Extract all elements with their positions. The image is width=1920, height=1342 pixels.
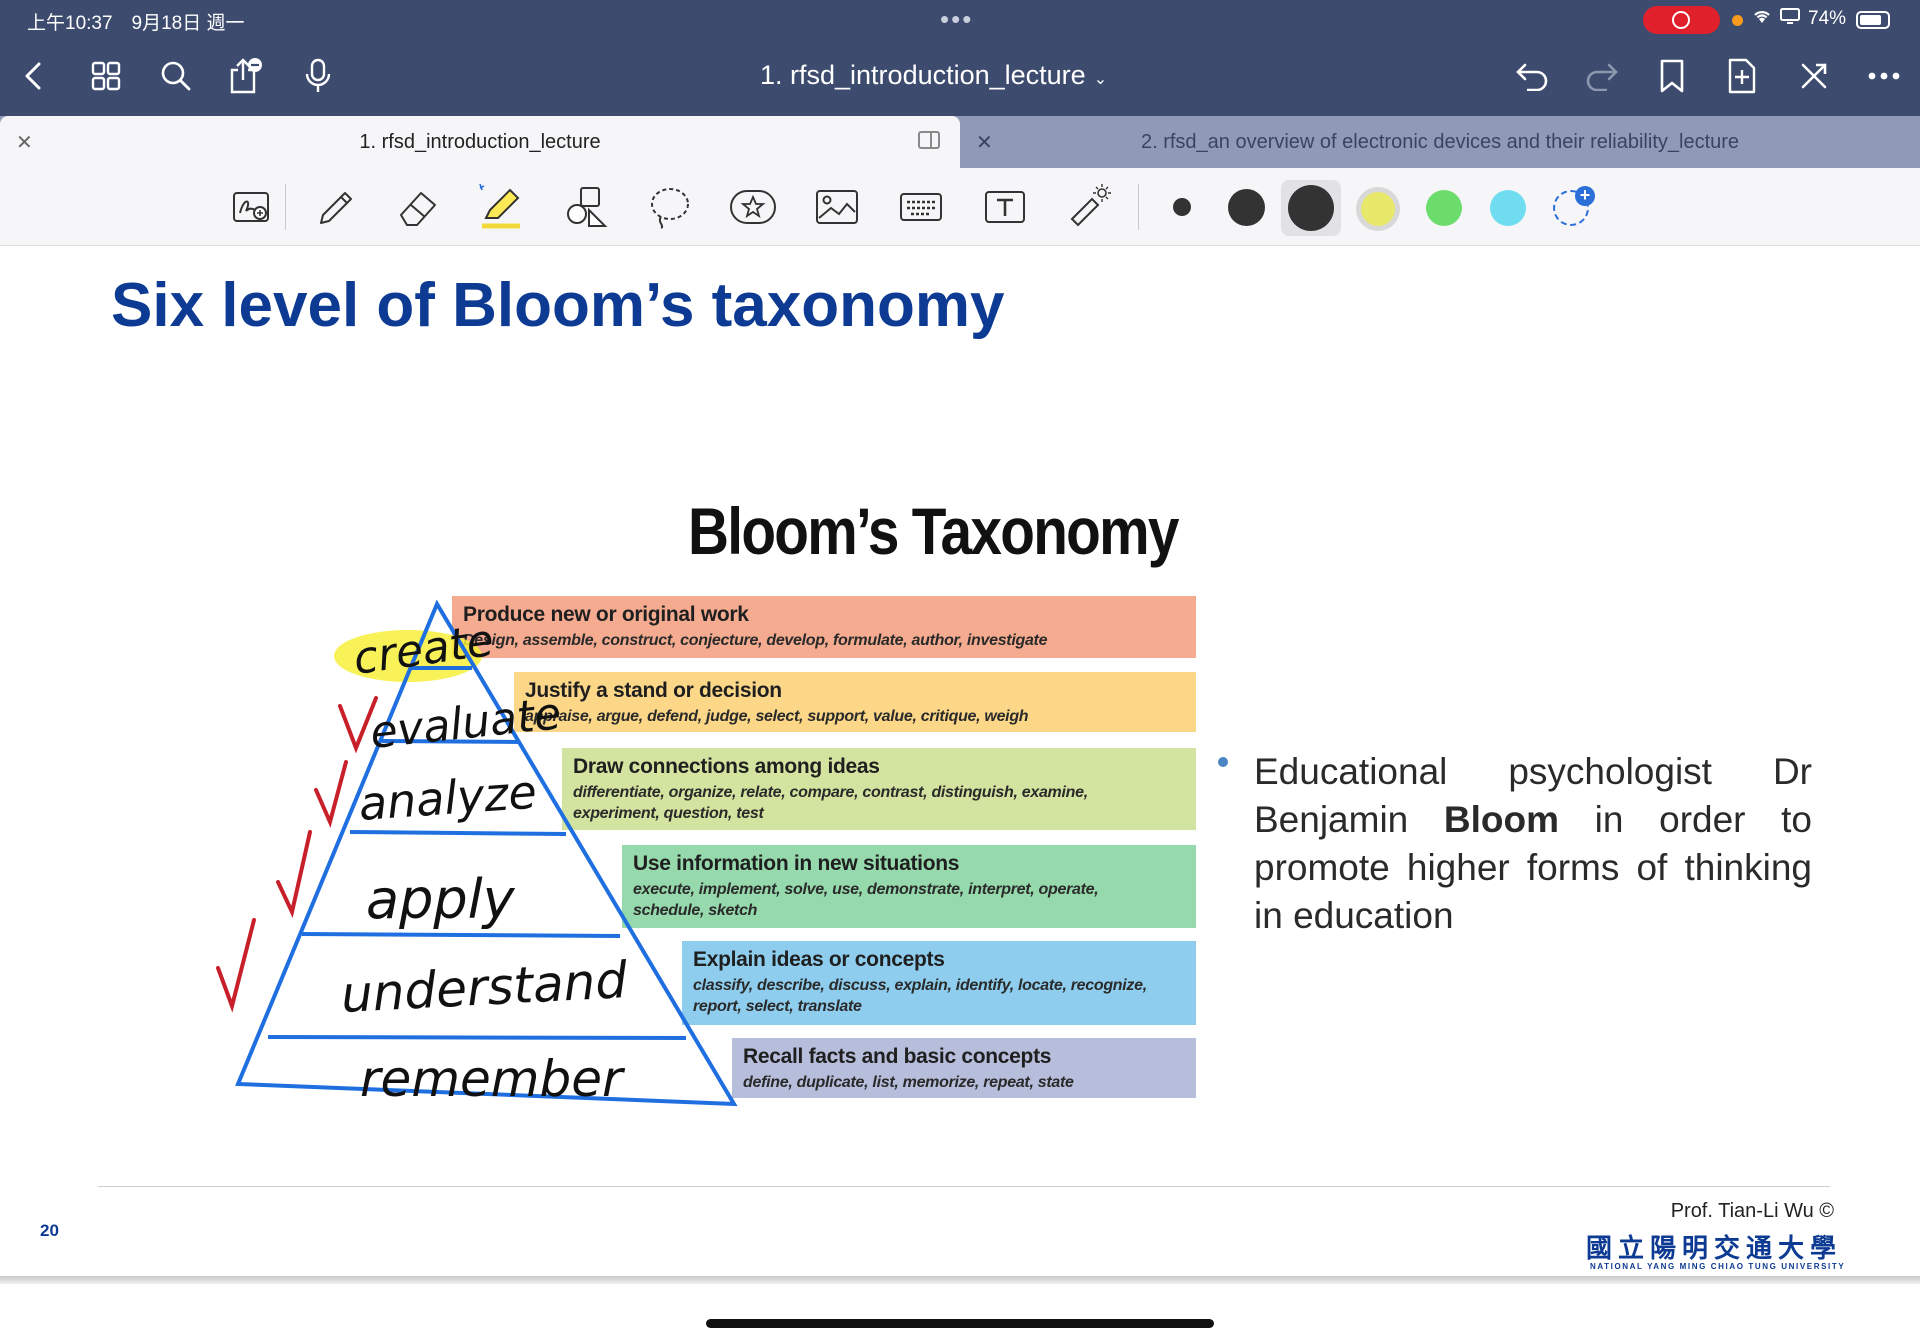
microphone-icon[interactable] [296, 54, 340, 98]
level-verbs: classify, describe, discuss, explain, id… [693, 977, 1147, 1015]
level-heading: Justify a stand or decision [525, 679, 782, 702]
mic-indicator-icon [1732, 15, 1743, 26]
toolbar-divider [285, 184, 286, 230]
level-heading: Draw connections among ideas [573, 755, 880, 778]
highlighter-icon[interactable] [476, 182, 526, 232]
pen-icon[interactable] [310, 182, 360, 232]
page-shadow [0, 1276, 1920, 1284]
document-title-menu[interactable]: 1. rfsd_introduction_lecture ⌄ [760, 60, 1107, 91]
shapes-icon[interactable] [561, 182, 611, 232]
redo-icon[interactable] [1580, 54, 1624, 98]
level-create-band: Produce new or original work Design, ass… [452, 596, 1196, 658]
bookmark-icon[interactable] [1650, 54, 1694, 98]
color-yellow[interactable] [1361, 192, 1395, 226]
app-chrome: 上午10:37 9月18日 週一 ••• 74% 1. rfsd_introdu… [0, 0, 1920, 116]
level-heading: Recall facts and basic concepts [743, 1045, 1052, 1068]
nav-bar: 1. rfsd_introduction_lecture ⌄ [0, 40, 1920, 116]
color-cyan[interactable] [1490, 190, 1526, 226]
eraser-icon[interactable] [393, 182, 443, 232]
lasso-zoom-icon[interactable] [227, 182, 277, 232]
bullet-paragraph: Educational psychologist Dr Benjamin Blo… [1216, 748, 1812, 940]
status-bar: 上午10:37 9月18日 週一 ••• 74% [0, 0, 1920, 40]
level-verbs: define, duplicate, list, memorize, repea… [743, 1074, 1074, 1091]
battery-percent: 74% [1808, 8, 1847, 29]
keyboard-icon[interactable] [896, 182, 946, 232]
screen-recording-icon [1643, 6, 1720, 34]
back-chevron-icon[interactable] [12, 54, 56, 98]
split-view-icon[interactable] [918, 131, 940, 149]
home-indicator[interactable] [706, 1319, 1214, 1328]
level-analyze-band: Draw connections among ideas differentia… [562, 748, 1196, 830]
level-heading: Produce new or original work [463, 603, 749, 626]
sticker-icon[interactable] [728, 182, 778, 232]
level-apply-band: Use information in new situations execut… [622, 845, 1196, 928]
pen-size-small[interactable] [1173, 198, 1191, 216]
level-evaluate-band: Justify a stand or decision appraise, ar… [514, 672, 1196, 732]
undo-icon[interactable] [1510, 54, 1554, 98]
author-credit: Prof. Tian-Li Wu © [1670, 1200, 1834, 1222]
figure-title: Bloom’s Taxonomy [688, 494, 1179, 568]
slide-title: Six level of Bloom’s taxonomy [111, 271, 1005, 340]
textbox-icon[interactable] [980, 182, 1030, 232]
more-icon[interactable] [1862, 54, 1906, 98]
share-icon[interactable] [224, 54, 268, 98]
screen-mirroring-icon [1780, 8, 1800, 29]
annotation-toolbar: + [0, 168, 1920, 246]
toolbar-divider [1138, 184, 1139, 230]
status-time: 上午10:37 9月18日 週一 [27, 13, 245, 34]
image-icon[interactable] [812, 182, 862, 232]
level-verbs: execute, implement, solve, use, demonstr… [633, 881, 1099, 919]
color-green[interactable] [1426, 190, 1462, 226]
tab-document-1[interactable]: ✕ 1. rfsd_introduction_lecture [0, 116, 960, 168]
pen-size-medium[interactable] [1228, 189, 1265, 226]
document-tabs: ✕ 1. rfsd_introduction_lecture ✕ 2. rfsd… [0, 116, 1920, 168]
level-verbs: appraise, argue, defend, judge, select, … [525, 708, 1029, 725]
plus-icon: + [1575, 186, 1595, 206]
close-toolbar-icon[interactable] [1792, 54, 1836, 98]
university-logo-chinese: 國立陽明交通大學 [1586, 1234, 1843, 1264]
wifi-icon [1752, 8, 1772, 29]
university-logo-english: NATIONAL YANG MING CHIAO TUNG UNIVERSITY [1590, 1262, 1846, 1271]
level-verbs: differentiate, organize, relate, compare… [573, 784, 1088, 822]
footer-rule [98, 1186, 1830, 1187]
grid-icon[interactable] [84, 54, 128, 98]
page-number: 20 [40, 1221, 59, 1240]
bullet-text: Educational psychologist Dr Benjamin Blo… [1254, 751, 1812, 936]
laser-pointer-icon[interactable] [1063, 182, 1113, 232]
chevron-down-icon: ⌄ [1093, 71, 1108, 88]
level-heading: Explain ideas or concepts [693, 948, 945, 971]
tab-label: 2. rfsd_an overview of electronic device… [1140, 131, 1740, 153]
document-title: 1. rfsd_introduction_lecture [760, 60, 1086, 90]
tab-document-2[interactable]: ✕ 2. rfsd_an overview of electronic devi… [960, 116, 1920, 168]
level-heading: Use information in new situations [633, 852, 960, 875]
lasso-icon[interactable] [645, 182, 695, 232]
level-understand-band: Explain ideas or concepts classify, desc… [682, 941, 1196, 1025]
tab-label: 1. rfsd_introduction_lecture [359, 131, 601, 153]
page-gutter [0, 1284, 1920, 1342]
pen-size-large[interactable] [1288, 185, 1334, 231]
level-remember-band: Recall facts and basic concepts define, … [732, 1038, 1196, 1098]
battery-icon [1856, 11, 1890, 29]
search-icon[interactable] [154, 54, 198, 98]
bloom-bold: Bloom [1443, 799, 1560, 840]
level-verbs: Design, assemble, construct, conjecture,… [463, 632, 1048, 649]
multitasking-dots[interactable]: ••• [940, 4, 973, 35]
add-page-icon[interactable] [1720, 54, 1764, 98]
